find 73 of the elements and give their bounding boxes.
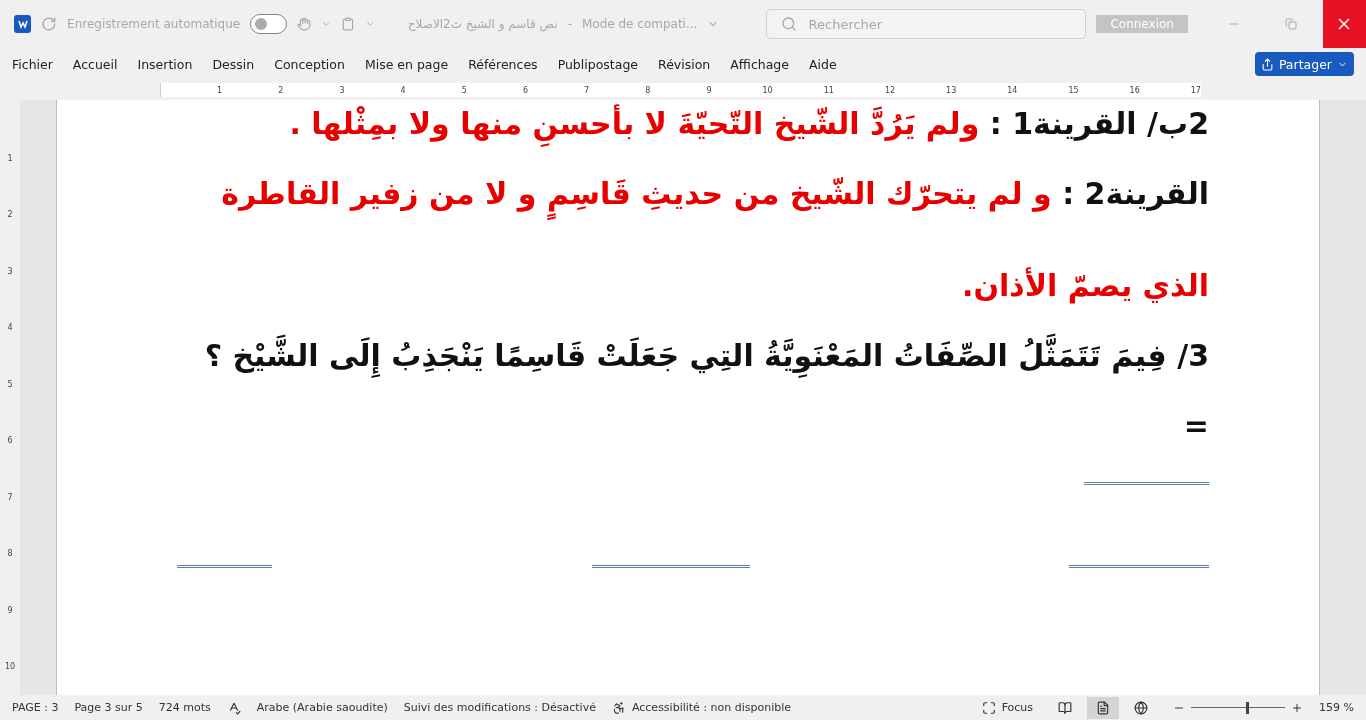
menu-tab[interactable]: Références <box>460 56 546 72</box>
globe-icon <box>1134 700 1149 715</box>
ruler-number: 9 <box>705 85 712 95</box>
focus-label[interactable]: Focus <box>1001 701 1034 714</box>
menu-tab[interactable]: Insertion <box>129 56 201 72</box>
ruler-number: 4 <box>399 85 406 95</box>
ruler-number: 1 <box>216 85 223 95</box>
menu-tab[interactable]: Accueil <box>64 56 126 72</box>
ruler-number: 9 <box>6 604 14 617</box>
language-label[interactable]: Arabe (Arabie saoudite) <box>256 701 388 714</box>
ruler-number: 3 <box>338 85 345 95</box>
ruler-number: 7 <box>583 85 590 95</box>
ruler-number: 6 <box>521 85 529 95</box>
ruler-number: 10 <box>3 661 17 674</box>
share-button[interactable]: Partager <box>1254 52 1354 76</box>
app-logo-icon <box>14 15 32 33</box>
ruler-number: 11 <box>822 85 834 95</box>
page-icon <box>1096 700 1111 715</box>
clipboard-icon[interactable] <box>341 16 356 32</box>
compatibility-mode: Mode de compati... <box>581 17 698 31</box>
close-button[interactable] <box>1322 0 1366 48</box>
menu-tab[interactable]: Révision <box>650 56 719 72</box>
track-changes-label[interactable]: Suivi des modifications : Désactivé <box>403 701 596 714</box>
menu-tab[interactable]: Dessin <box>204 56 263 72</box>
zoom-thumb[interactable] <box>1246 701 1250 714</box>
ruler-number: 12 <box>883 85 896 95</box>
paragraph-text: القرينة2 : و لم يتحرّك الشّيخ من حديثِ قَاسِمٍ و لا من زفير القاطرة الذي يصمّ الأذان. <box>220 175 1209 306</box>
refresh-icon[interactable] <box>41 15 58 33</box>
ruler-number: 2 <box>6 209 14 222</box>
autosave-label: Enregistrement automatique <box>67 17 241 31</box>
paragraph-text: 3/ فِيمَ تَتَمَثَّلُ الصِّفَاتُ المَعْنَوِيَّةُ التِي جَعَلَتْ قَاسِمًا يَنْجَذِبُ إِلَى الشَّيْخ ؟ <box>177 310 1209 402</box>
restore-icon <box>1284 18 1297 30</box>
menu-tab[interactable]: Publipostage <box>549 56 647 72</box>
page-count[interactable]: Page 3 sur 5 <box>74 701 143 714</box>
ruler-number: 4 <box>6 322 14 335</box>
hand-icon[interactable] <box>297 16 311 32</box>
ruler-number: 6 <box>6 435 14 448</box>
accessibility-icon[interactable] <box>611 700 626 715</box>
ruler-number: 13 <box>945 85 957 95</box>
ruler-number: 2 <box>277 85 284 95</box>
autosave-toggle[interactable] <box>250 14 288 34</box>
menu-tab[interactable]: Aide <box>801 56 845 72</box>
page-indicator: PAGE : 3 <box>12 701 59 714</box>
menu-tab[interactable]: Affichage <box>722 56 797 72</box>
word-count[interactable]: 724 mots <box>158 701 211 714</box>
paragraph-text: 2ب/ القرينة1 : ولم يَرُدَّ الشّيخ التّحيّةَ لا بأحسنِ منها ولا بمِثْلها . <box>177 100 1209 170</box>
ruler-number: 7 <box>6 491 14 504</box>
ruler-number: 15 <box>1067 85 1079 95</box>
ruler-number: 3 <box>6 265 14 278</box>
search-placeholder: Rechercher <box>808 16 883 32</box>
menu-tab[interactable]: Conception <box>266 56 353 72</box>
ruler-number: 17 <box>1189 85 1201 95</box>
ruler-number: 8 <box>644 85 651 95</box>
ruler-number: 8 <box>6 548 14 561</box>
focus-icon[interactable] <box>981 700 996 715</box>
document-title: نص قاسم و الشيخ ث2الاصلاح <box>407 17 558 31</box>
book-icon <box>1058 700 1073 715</box>
menu-tab[interactable]: Mise en page <box>356 56 457 72</box>
share-icon <box>1260 57 1274 71</box>
ruler-number: 5 <box>6 378 14 391</box>
paragraph-text: = <box>1182 407 1209 445</box>
zoom-level[interactable]: 159 % <box>1319 701 1354 714</box>
ruler-number: 5 <box>460 85 467 95</box>
accessibility-label[interactable]: Accessibilité : non disponible <box>631 701 792 714</box>
ruler-number: 10 <box>761 85 773 95</box>
zoom-in-icon[interactable] <box>1291 701 1304 714</box>
search-icon <box>780 16 797 32</box>
menu-tab[interactable]: Fichier <box>4 56 61 72</box>
ruler-number: 14 <box>1006 85 1018 95</box>
ruler-number: 16 <box>1128 85 1140 95</box>
ruler-number: 1 <box>6 152 14 165</box>
title-separator: - <box>567 17 572 31</box>
view-button[interactable] <box>1087 696 1120 719</box>
